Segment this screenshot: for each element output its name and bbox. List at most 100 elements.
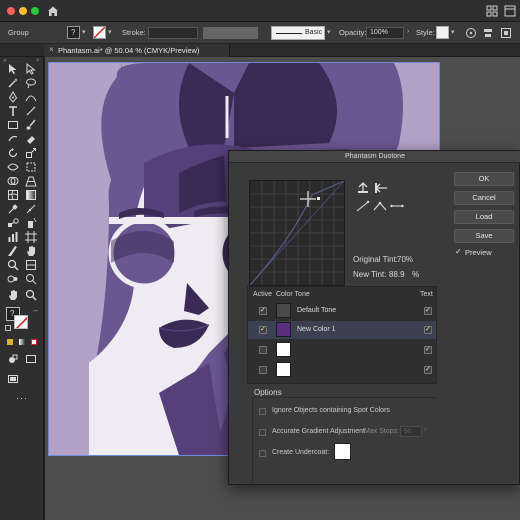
curve-point[interactable] [317, 197, 320, 200]
undercoat-color-swatch[interactable] [334, 443, 351, 460]
curve-shape-smooth-icon[interactable] [356, 200, 370, 212]
artboard-tool-icon[interactable] [25, 231, 37, 243]
document-tab[interactable]: × Phantasm.ai* @ 50.04 % (CMYK/Preview) [44, 44, 230, 57]
brush-dropdown-icon[interactable]: ▾ [327, 28, 331, 36]
fill-dropdown-icon[interactable]: ▾ [82, 28, 86, 36]
opacity-field[interactable]: 100% [366, 27, 404, 39]
curve-shape-flat-icon[interactable] [390, 200, 404, 212]
eraser-tool-icon[interactable] [25, 133, 37, 145]
draw-mode-icon[interactable] [7, 353, 19, 365]
zoom-window-button[interactable] [31, 7, 39, 15]
max-stops-field[interactable]: 50 [400, 426, 422, 437]
home-icon[interactable] [46, 4, 60, 18]
print-tiling-tool-icon[interactable] [25, 259, 37, 271]
stroke-weight-field[interactable] [148, 27, 198, 39]
more-tools-icon[interactable]: ··· [16, 393, 28, 403]
rotate-tool-icon[interactable] [7, 147, 19, 159]
style-dropdown-icon[interactable]: ▾ [451, 28, 455, 36]
paintbrush-tool-icon[interactable] [25, 119, 37, 131]
add-point-icon[interactable] [356, 182, 370, 194]
active-checkbox[interactable] [259, 306, 267, 315]
measure-tool-icon[interactable] [25, 203, 37, 215]
undercoat-checkbox[interactable] [259, 450, 266, 457]
scale-tool-icon[interactable] [25, 147, 37, 159]
lasso-tool-icon[interactable] [25, 77, 37, 89]
opacity-arrow-icon[interactable]: › [407, 28, 409, 35]
width-tool-icon[interactable] [7, 161, 19, 173]
delete-point-icon[interactable] [374, 182, 388, 194]
magnify-icon[interactable] [25, 289, 37, 301]
none-mode-icon[interactable] [31, 339, 37, 345]
shaper-tool-icon[interactable] [7, 133, 19, 145]
workspace-grid-icon[interactable] [486, 5, 498, 17]
text-checkbox[interactable] [424, 345, 432, 354]
ok-button[interactable]: OK [454, 172, 514, 186]
swap-colors-icon[interactable]: ↔ [32, 307, 39, 314]
table-row[interactable]: New Color 1 [248, 321, 436, 339]
curvature-tool-icon[interactable] [25, 91, 37, 103]
magic-wand-tool-icon[interactable] [7, 77, 19, 89]
symbol-sprayer-tool-icon[interactable] [25, 217, 37, 229]
panel-icon[interactable] [504, 5, 516, 17]
accurate-gradient-checkbox[interactable] [259, 429, 266, 436]
new-tint-value[interactable]: 88.9 [389, 270, 405, 279]
transform-icon[interactable] [465, 27, 477, 39]
perspective-grid-tool-icon[interactable] [25, 175, 37, 187]
align-icon[interactable] [482, 27, 494, 39]
tone-swatch[interactable] [276, 303, 291, 318]
gradient-tool-icon[interactable] [25, 189, 37, 201]
color-mode-icon[interactable] [7, 339, 13, 345]
hand-tool-icon[interactable] [25, 245, 37, 257]
cancel-button[interactable]: Cancel [454, 191, 514, 205]
table-row[interactable] [248, 341, 436, 359]
text-checkbox[interactable] [424, 306, 432, 315]
table-row[interactable] [248, 361, 436, 379]
max-stops-stepper-icon[interactable]: › [424, 427, 426, 433]
default-colors-icon[interactable] [5, 325, 11, 331]
arrange-icon[interactable] [500, 27, 512, 39]
active-checkbox[interactable] [259, 366, 267, 374]
table-row[interactable]: Default Tone [248, 302, 436, 320]
close-tab-icon[interactable]: × [49, 45, 54, 54]
pan-hand-icon[interactable] [7, 289, 19, 301]
direct-selection-tool-icon[interactable] [25, 63, 37, 75]
style-swatch[interactable] [436, 26, 449, 39]
shape-builder-tool-icon[interactable] [7, 175, 19, 187]
text-checkbox[interactable] [424, 365, 432, 374]
zoom-tool-icon[interactable] [7, 259, 19, 271]
tone-swatch[interactable] [276, 362, 291, 377]
zoom-tool-icon[interactable] [25, 273, 37, 285]
brush-definition-field[interactable]: Basic [271, 26, 325, 40]
stroke-color-widget[interactable] [14, 315, 28, 329]
rectangle-tool-icon[interactable] [7, 119, 19, 131]
blend-tool-icon[interactable] [7, 217, 19, 229]
selection-tool-icon[interactable] [7, 63, 19, 75]
mesh-tool-icon[interactable] [7, 189, 19, 201]
type-tool-icon[interactable] [7, 105, 19, 117]
free-transform-tool-icon[interactable] [25, 161, 37, 173]
save-button[interactable]: Save [454, 229, 514, 243]
screen-mode-icon[interactable] [25, 353, 37, 365]
stroke-swatch[interactable] [93, 26, 106, 39]
text-checkbox[interactable] [424, 325, 432, 334]
collapse-toolbar-icon[interactable]: » [3, 58, 6, 64]
column-graph-tool-icon[interactable] [7, 231, 19, 243]
close-window-button[interactable] [7, 7, 15, 15]
pen-tool-icon[interactable] [7, 91, 19, 103]
tone-swatch[interactable] [276, 322, 291, 337]
minimize-window-button[interactable] [19, 7, 27, 15]
curve-shape-peak-icon[interactable] [373, 200, 387, 212]
load-button[interactable]: Load [454, 210, 514, 224]
gradient-mode-icon[interactable] [19, 339, 25, 345]
active-checkbox[interactable] [259, 325, 267, 334]
ignore-spot-checkbox[interactable] [259, 408, 266, 415]
screen-mode-icon[interactable] [7, 373, 19, 385]
active-checkbox[interactable] [259, 346, 267, 354]
eyedropper-tool-icon[interactable] [7, 273, 19, 285]
eyedropper-tool-icon[interactable] [7, 203, 19, 215]
tint-curve-graph[interactable] [249, 180, 345, 286]
line-segment-tool-icon[interactable] [25, 105, 37, 117]
fill-swatch[interactable]: ? [67, 26, 80, 39]
slice-tool-icon[interactable] [7, 245, 19, 257]
tone-swatch[interactable] [276, 342, 291, 357]
